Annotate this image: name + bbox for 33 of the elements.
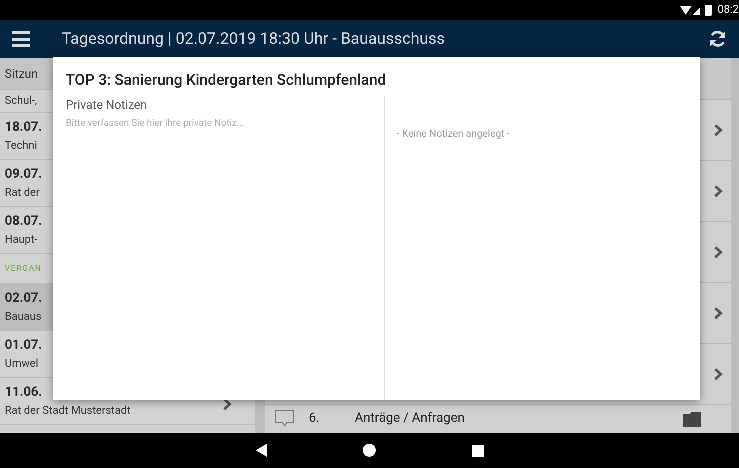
agenda-number: 6. — [309, 410, 321, 428]
chevron-icon — [714, 246, 723, 258]
back-icon[interactable] — [256, 444, 266, 457]
status-time: 08:2 — [718, 2, 739, 18]
app-title: Tagesordnung | 02.07.2019 18:30 Uhr - Bauausschuss — [62, 28, 446, 50]
meeting-name: Bauaus — [5, 308, 42, 324]
recents-icon[interactable] — [472, 444, 484, 456]
meeting-date: 08.07. — [5, 212, 42, 230]
refresh-icon[interactable] — [709, 30, 727, 48]
meeting-name: Rat der Stadt Musterstadt — [5, 402, 131, 418]
chevron-icon — [714, 368, 723, 380]
chevron-icon — [714, 306, 723, 320]
section-label: VERGAN — [5, 262, 42, 274]
meeting-name: Umwel — [5, 356, 39, 372]
chevron-icon — [714, 184, 723, 198]
agenda-title: Anträge / Anfragen — [355, 410, 466, 428]
folder-icon — [683, 411, 701, 427]
meeting-date: 02.07. — [5, 290, 42, 306]
meeting-date: 09.07. — [5, 166, 42, 182]
agenda-row[interactable]: 6. Anträge / Anfragen — [265, 405, 731, 433]
menu-icon[interactable] — [12, 31, 32, 47]
meeting-date: 18.07. — [5, 118, 42, 136]
meeting-name: Haupt- — [5, 232, 38, 248]
empty-notes-text: - Keine Notizen angelegt - — [397, 128, 510, 140]
home-icon[interactable] — [362, 444, 376, 457]
meeting-date: 11.06. — [5, 384, 42, 400]
chevron-icon — [714, 124, 723, 136]
meeting-date: 01.07. — [5, 336, 42, 354]
comment-icon — [275, 410, 295, 428]
meeting-name: Techni — [5, 138, 38, 154]
meeting-name: Rat der — [5, 184, 40, 200]
status-icons — [680, 4, 714, 16]
notes-label: Private Notizen — [66, 96, 148, 114]
